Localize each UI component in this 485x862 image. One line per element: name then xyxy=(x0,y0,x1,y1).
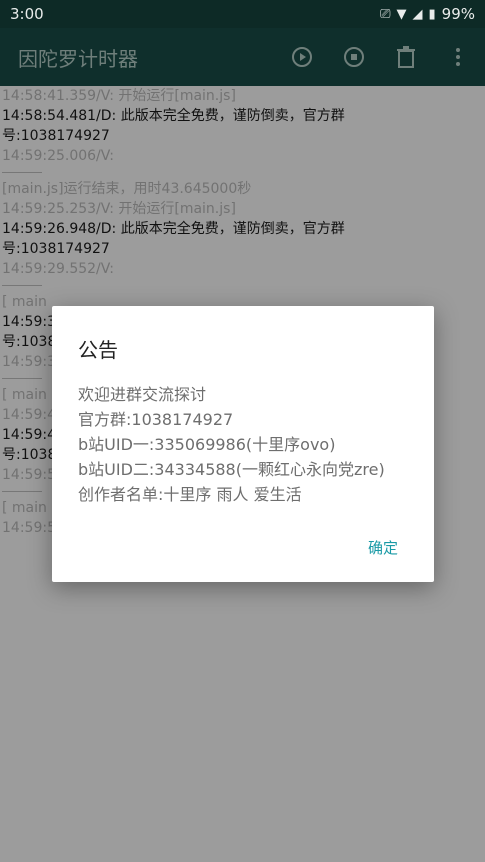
dialog-line: 创作者名单:十里序 雨人 爱生活 xyxy=(78,485,302,504)
wifi-icon: ▼ xyxy=(396,6,407,22)
run-icon[interactable] xyxy=(289,44,315,70)
app-title: 因陀罗计时器 xyxy=(18,46,138,71)
status-time: 3:00 xyxy=(10,5,44,23)
dialog-line: b站UID二:34334588(一颗红心永向党zre) xyxy=(78,460,385,479)
dialog-title: 公告 xyxy=(78,338,118,362)
delete-icon[interactable] xyxy=(393,44,419,70)
app-bar-actions xyxy=(289,44,471,70)
status-bar: 3:00 ⎚ ▼ ◢ ▮ 99% xyxy=(0,0,485,28)
cast-icon: ⎚ xyxy=(380,6,391,22)
confirm-button[interactable]: 确定 xyxy=(368,537,398,558)
stop-icon[interactable] xyxy=(341,44,367,70)
signal-icon: ◢ xyxy=(412,6,423,22)
status-icons: ⎚ ▼ ◢ ▮ 99% xyxy=(380,5,475,23)
dialog-line: 官方群:1038174927 xyxy=(78,410,234,429)
dialog-body: 欢迎进群交流探讨 官方群:1038174927 b站UID一:335069986… xyxy=(78,382,385,507)
battery-icon: ▮ xyxy=(428,6,436,22)
more-icon[interactable] xyxy=(445,44,471,70)
dialog-line: 欢迎进群交流探讨 xyxy=(78,385,207,404)
app-bar: 因陀罗计时器 xyxy=(0,28,485,86)
dialog-line: b站UID一:335069986(十里序ovo) xyxy=(78,435,336,454)
notice-dialog: 公告 欢迎进群交流探讨 官方群:1038174927 b站UID一:335069… xyxy=(52,306,434,582)
battery-percent: 99% xyxy=(441,5,475,23)
